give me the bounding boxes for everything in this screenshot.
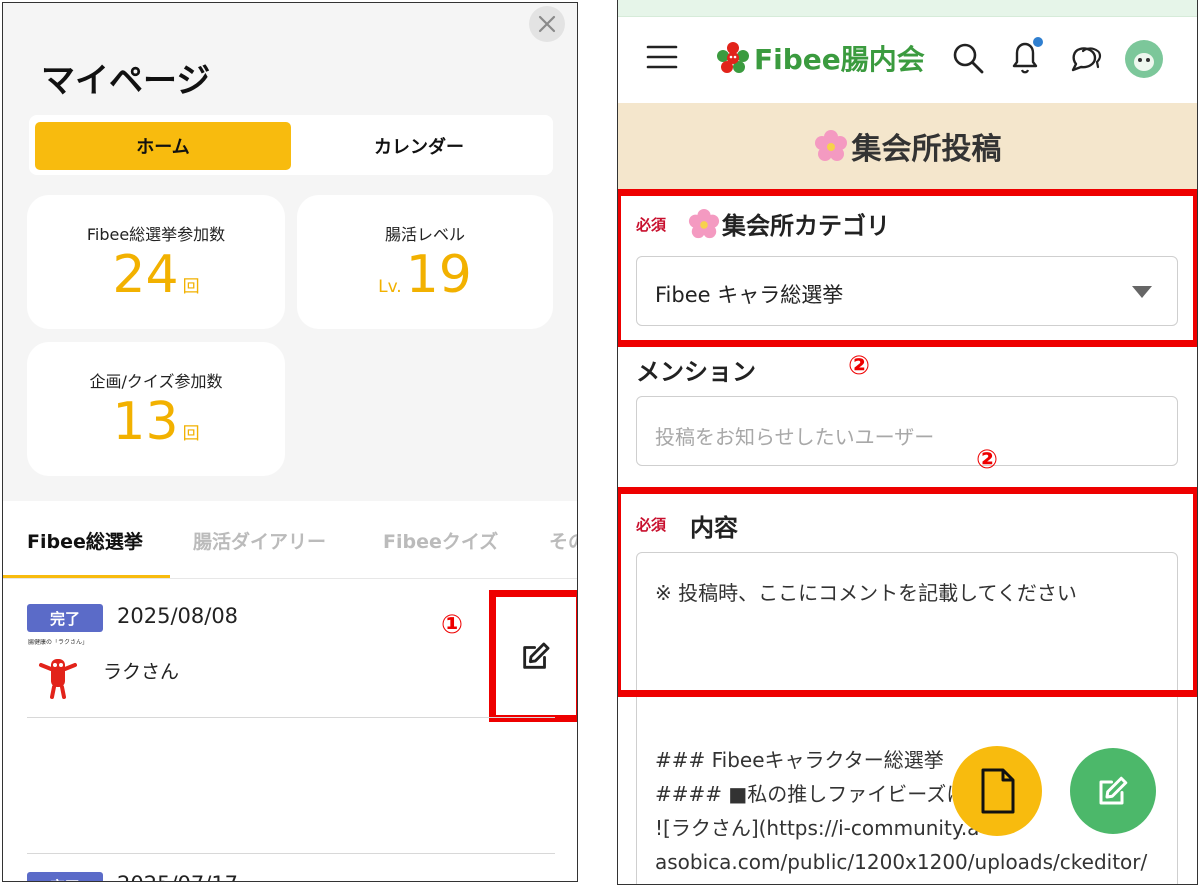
site-logo[interactable]: Fibee腸内会: [716, 38, 925, 78]
stat-label: Fibee総選挙参加数: [86, 225, 226, 244]
mypage-tabbar: ホーム カレンダー: [29, 115, 553, 175]
hamburger-menu-icon[interactable]: [646, 44, 678, 74]
chevron-down-icon: [1132, 286, 1152, 298]
top-strip: [618, 0, 1197, 17]
stat-value: 13: [112, 392, 179, 452]
content-tab-quiz[interactable]: Fibeeクイズ: [383, 527, 498, 554]
status-badge: 完了: [27, 872, 103, 881]
annotation-marker-1: ①: [441, 610, 464, 640]
annotation-marker-2: ②: [976, 445, 999, 475]
close-icon: [538, 15, 556, 33]
required-label: 必須: [636, 216, 667, 234]
cherry-blossom-icon: [814, 130, 847, 161]
post-form-panel: Fibee腸内会 集会所投稿 必須 集会所カテゴリ Fibee キャラ総選挙 メ…: [617, 0, 1198, 885]
page-heading: 集会所投稿: [618, 103, 1197, 189]
annotation-marker-2: ②: [848, 351, 871, 381]
character-name: ラクさん: [103, 661, 180, 683]
divider: [3, 578, 577, 579]
stat-value: 24: [112, 245, 179, 305]
content-textarea[interactable]: ※ 投稿時、ここにコメントを記載してください ### Fibeeキャラクター総選…: [636, 552, 1178, 884]
thumbnail-caption: 腸健康の「ラクさん」: [27, 639, 88, 646]
content-tab-diary[interactable]: 腸活ダイアリー: [193, 527, 326, 554]
category-label-text: 集会所カテゴリ: [722, 212, 890, 240]
page-heading-text: 集会所投稿: [851, 132, 1002, 167]
tab-calendar[interactable]: カレンダー: [291, 122, 547, 170]
category-label: 集会所カテゴリ: [688, 206, 890, 241]
entry-date: 2025/08/08: [117, 604, 239, 628]
mention-input[interactable]: 投稿をお知らせしたいユーザー: [636, 396, 1178, 466]
logo-text: Fibee腸内会: [754, 43, 925, 76]
close-button[interactable]: [529, 6, 565, 42]
content-tab-election[interactable]: Fibee総選挙: [27, 527, 143, 554]
stat-unit: 回: [182, 277, 200, 297]
avatar[interactable]: [1125, 40, 1163, 78]
category-select-value: Fibee キャラ総選挙: [655, 283, 844, 307]
markdown-line: ![ラクさん](https://i-community.a: [655, 816, 980, 840]
document-icon: [981, 768, 1015, 814]
chat-icon[interactable]: [1067, 42, 1103, 80]
content-label: 内容: [690, 514, 738, 542]
markdown-line: asobica.com/public/1200x1200/uploads/cke…: [655, 850, 1148, 874]
markdown-line: #### ■私の推しファイビーズに: [655, 782, 967, 806]
stat-value: 19: [405, 245, 472, 305]
content-text: ※ 投稿時、ここにコメントを記載してください: [655, 581, 1077, 605]
content-tab-other[interactable]: その: [549, 527, 577, 554]
mypage-panel: マイページ ホーム カレンダー Fibee総選挙参加数 24 回 腸活レベル L…: [2, 2, 578, 882]
flower-logo-icon: [717, 42, 749, 73]
search-icon[interactable]: [951, 41, 985, 79]
character-thumbnail: 腸健康の「ラクさん」: [27, 639, 89, 701]
divider: [27, 853, 555, 854]
notification-bell-icon[interactable]: [1006, 34, 1046, 82]
status-badge: 完了: [27, 604, 103, 632]
edit-icon: [523, 642, 550, 669]
stat-card-election: Fibee総選挙参加数 24 回: [27, 195, 285, 329]
avatar-icon: [1134, 53, 1154, 71]
compose-button[interactable]: [1070, 748, 1156, 834]
category-select[interactable]: Fibee キャラ総選挙: [636, 256, 1178, 326]
cherry-blossom-icon: [688, 208, 720, 238]
stat-card-level: 腸活レベル Lv. 19: [297, 195, 553, 329]
markdown-line: ### Fibeeキャラクター総選挙: [655, 748, 944, 772]
edit-icon: [1099, 776, 1128, 805]
stat-unit: 回: [182, 424, 200, 444]
draft-button[interactable]: [952, 746, 1042, 836]
stat-prefix: Lv.: [378, 277, 402, 297]
tab-home[interactable]: ホーム: [35, 122, 291, 170]
stat-label: 企画/クイズ参加数: [89, 372, 223, 391]
page-title: マイページ: [41, 61, 211, 101]
mention-placeholder: 投稿をお知らせしたいユーザー: [655, 425, 935, 449]
divider: [27, 717, 555, 718]
edit-button[interactable]: [489, 590, 577, 722]
rakusan-character-icon: [39, 659, 77, 699]
mention-label: メンション: [636, 358, 756, 386]
stat-label: 腸活レベル: [384, 225, 465, 244]
entry-date: 2025/07/17: [117, 872, 238, 881]
history-section: Fibee総選挙 腸活ダイアリー Fibeeクイズ その 完了 2025/08/…: [3, 501, 577, 881]
required-label: 必須: [636, 516, 667, 534]
stat-card-quiz: 企画/クイズ参加数 13 回: [27, 342, 285, 476]
